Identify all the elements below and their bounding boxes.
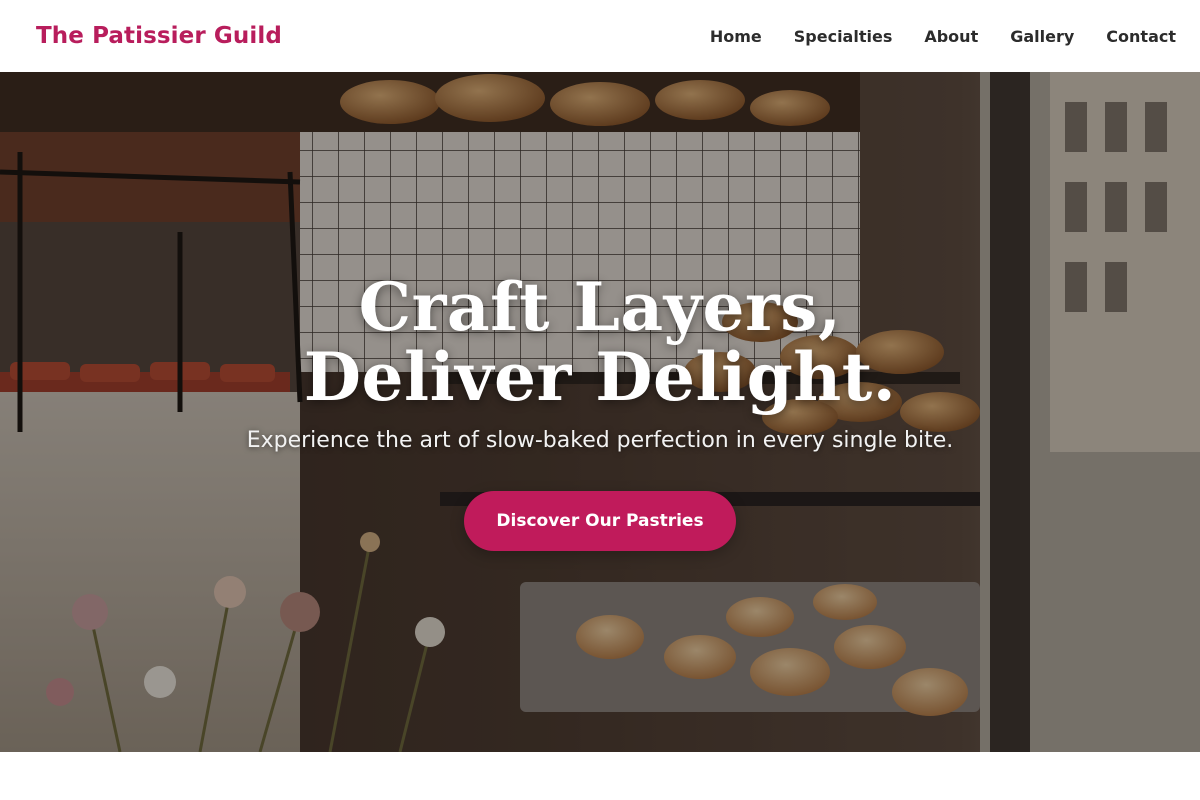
nav-specialties[interactable]: Specialties bbox=[794, 27, 893, 46]
hero-section: Craft Layers, Deliver Delight. Experienc… bbox=[0, 72, 1200, 752]
nav-gallery[interactable]: Gallery bbox=[1010, 27, 1074, 46]
discover-pastries-button[interactable]: Discover Our Pastries bbox=[464, 491, 736, 551]
main-nav: Home Specialties About Gallery Contact bbox=[678, 27, 1176, 46]
hero-subtitle: Experience the art of slow-baked perfect… bbox=[246, 428, 954, 453]
nav-about[interactable]: About bbox=[924, 27, 978, 46]
site-header: The Patissier Guild Home Specialties Abo… bbox=[0, 0, 1200, 72]
hero-content: Craft Layers, Deliver Delight. Experienc… bbox=[0, 72, 1200, 752]
brand-logo[interactable]: The Patissier Guild bbox=[36, 23, 282, 49]
hero-title: Craft Layers, Deliver Delight. bbox=[303, 268, 897, 416]
nav-contact[interactable]: Contact bbox=[1106, 27, 1176, 46]
nav-home[interactable]: Home bbox=[710, 27, 762, 46]
